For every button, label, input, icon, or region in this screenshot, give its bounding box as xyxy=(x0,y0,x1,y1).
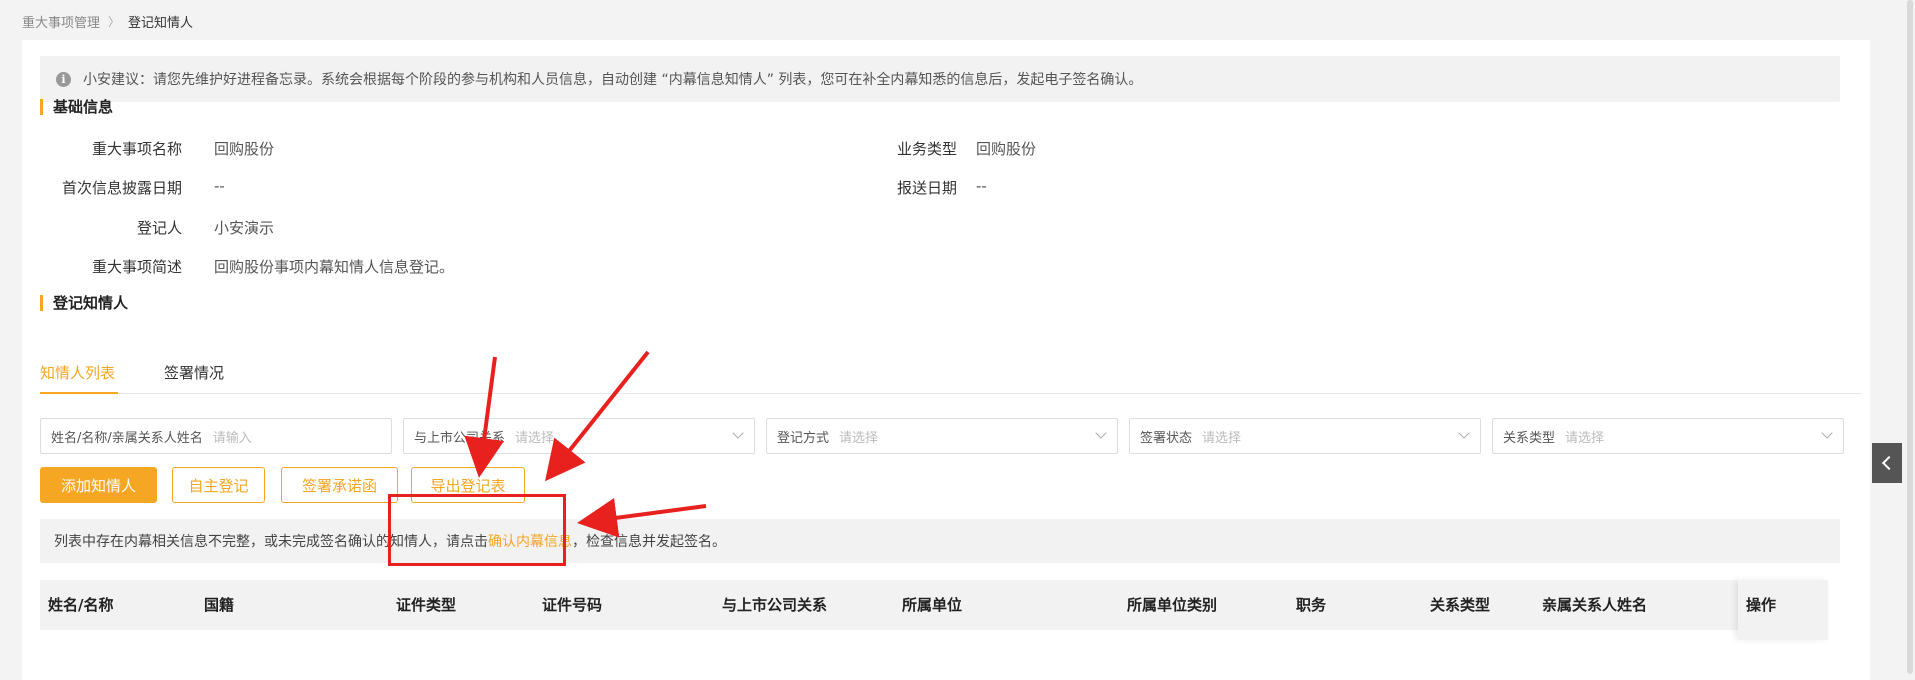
breadcrumb-parent[interactable]: 重大事项管理 xyxy=(22,12,100,31)
filter-register-method-label: 登记方式 xyxy=(777,430,830,446)
field-value-summary: 回购股份事项内幕知情人信息登记。 xyxy=(214,258,455,276)
filter-relation-select[interactable]: 请选择 xyxy=(515,427,554,446)
tab-insider-list[interactable]: 知情人列表 xyxy=(40,362,115,383)
col-actions: 操作 xyxy=(1746,596,1777,614)
chevron-down-icon xyxy=(732,427,744,439)
chevron-down-icon xyxy=(1821,427,1833,439)
chevron-right-icon: 〉 xyxy=(108,15,121,29)
col-id-type: 证件类型 xyxy=(396,596,457,614)
scrollbar[interactable] xyxy=(1905,0,1915,674)
field-label-business-type: 业务类型 xyxy=(896,140,957,158)
filter-name-label: 姓名/名称/亲属关系人姓名 xyxy=(51,430,203,446)
annotation-highlight-box xyxy=(388,494,566,566)
filter-sign-status-select[interactable]: 请选择 xyxy=(1202,427,1241,446)
field-value-first-disclosure: -- xyxy=(214,177,225,195)
field-label-submit-date: 报送日期 xyxy=(896,179,957,197)
sign-commitment-button[interactable]: 签署承诺函 xyxy=(281,467,398,503)
tip-banner: i 小安建议：请您先维护好进程备忘录。系统会根据每个阶段的参与机构和人员信息，自… xyxy=(40,56,1840,102)
filter-sign-status[interactable]: 签署状态 请选择 xyxy=(1129,418,1481,454)
table-header: 姓名/名称 国籍 证件类型 证件号码 与上市公司关系 所属单位 所属单位类别 职… xyxy=(40,580,1828,640)
col-name: 姓名/名称 xyxy=(48,596,114,614)
filter-register-method-select[interactable]: 请选择 xyxy=(839,427,878,446)
notice-text-tail: ，检查信息并发起签名。 xyxy=(572,534,726,550)
filter-name[interactable]: 姓名/名称/亲属关系人姓名 请输入 xyxy=(40,418,392,454)
chevron-down-icon xyxy=(1458,427,1470,439)
col-unit-category: 所属单位类别 xyxy=(1127,596,1218,614)
field-label-summary: 重大事项简述 xyxy=(91,258,182,276)
field-value-event-name: 回购股份 xyxy=(214,140,275,158)
col-unit: 所属单位 xyxy=(902,596,963,614)
filter-relation-type-select[interactable]: 请选择 xyxy=(1565,427,1604,446)
section-title-register: 登记知情人 xyxy=(40,295,128,311)
filter-relation-type[interactable]: 关系类型 请选择 xyxy=(1492,418,1844,454)
col-actions-cell: 操作 xyxy=(1738,580,1828,640)
field-value-registrant: 小安演示 xyxy=(214,219,275,237)
col-nationality: 国籍 xyxy=(204,596,235,614)
col-relation-type: 关系类型 xyxy=(1430,596,1491,614)
incomplete-notice: 列表中存在内幕相关信息不完整，或未完成签名确认的知情人，请点击 确认内幕信息 ，… xyxy=(40,519,1840,563)
self-register-button[interactable]: 自主登记 xyxy=(172,467,265,503)
field-value-submit-date: -- xyxy=(976,177,987,195)
col-id-number: 证件号码 xyxy=(542,596,603,614)
breadcrumb-current: 登记知情人 xyxy=(128,16,194,31)
field-label-registrant: 登记人 xyxy=(136,219,182,237)
filter-relation[interactable]: 与上市公司关系 请选择 xyxy=(403,418,755,454)
filter-relation-type-label: 关系类型 xyxy=(1503,430,1556,446)
filter-register-method[interactable]: 登记方式 请选择 xyxy=(766,418,1118,454)
col-relation: 与上市公司关系 xyxy=(722,596,828,614)
collapse-panel-button[interactable] xyxy=(1872,443,1902,483)
section-title-basic: 基础信息 xyxy=(40,99,113,115)
active-tab-indicator xyxy=(40,392,118,394)
chevron-left-icon xyxy=(1881,455,1897,471)
filter-name-input[interactable]: 请输入 xyxy=(213,427,252,446)
info-icon: i xyxy=(56,71,71,87)
tip-text: 小安建议：请您先维护好进程备忘录。系统会根据每个阶段的参与机构和人员信息，自动创… xyxy=(83,72,1143,88)
scrollbar-thumb[interactable] xyxy=(1907,0,1913,674)
tab-signing-status[interactable]: 签署情况 xyxy=(164,362,224,383)
field-label-event-name: 重大事项名称 xyxy=(91,140,182,158)
chevron-down-icon xyxy=(1095,427,1107,439)
tabs: 知情人列表 签署情况 xyxy=(40,352,1862,394)
col-position: 职务 xyxy=(1296,596,1327,614)
add-insider-button[interactable]: 添加知情人 xyxy=(40,467,157,503)
breadcrumb: 重大事项管理 〉 登记知情人 xyxy=(22,12,193,31)
filter-relation-label: 与上市公司关系 xyxy=(414,430,506,446)
field-value-business-type: 回购股份 xyxy=(976,140,1037,158)
field-label-first-disclosure: 首次信息披露日期 xyxy=(61,179,182,197)
filter-sign-status-label: 签署状态 xyxy=(1140,430,1193,446)
col-relative-name: 亲属关系人姓名 xyxy=(1542,596,1648,614)
